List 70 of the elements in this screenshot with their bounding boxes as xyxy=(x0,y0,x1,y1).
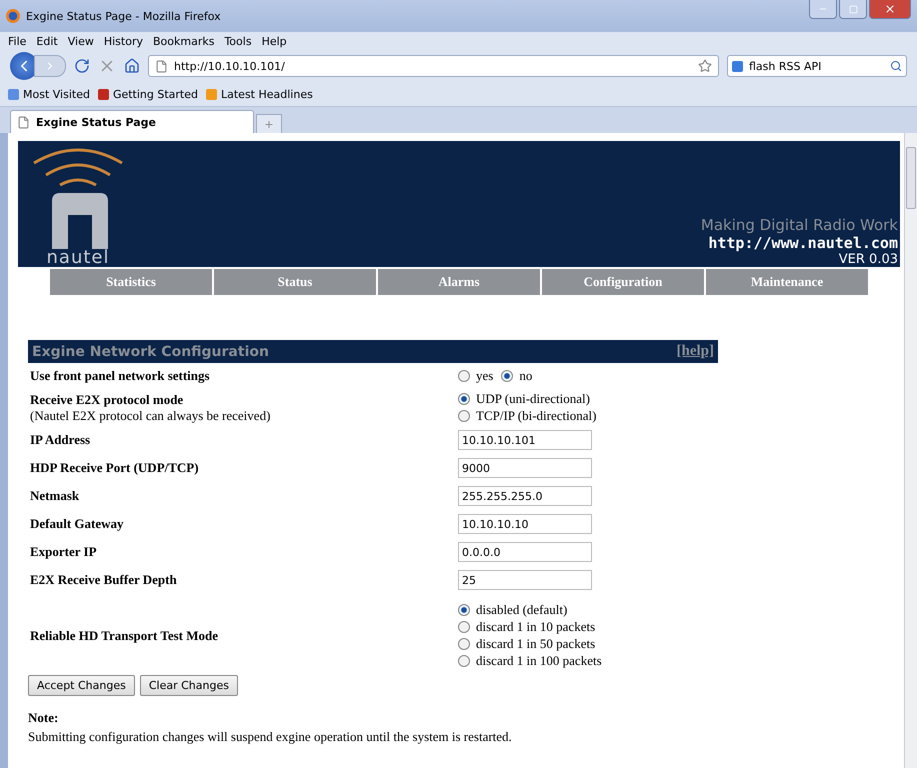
menu-item[interactable]: Help xyxy=(262,34,287,48)
field-label: E2X Receive Buffer Depth xyxy=(30,572,178,588)
field-label: Receive E2X protocol mode xyxy=(30,392,184,408)
note-text: Submitting configuration changes will suspend exgine operation until the system is restarted. xyxy=(28,729,513,745)
menu-item[interactable]: View xyxy=(68,34,94,48)
help-link[interactable]: [help] xyxy=(676,343,714,360)
browser-tab[interactable]: Exgine Status Page xyxy=(10,110,254,133)
page-icon xyxy=(17,116,30,128)
home-button[interactable] xyxy=(124,58,140,74)
logo-text: nautel xyxy=(46,249,110,267)
star-icon xyxy=(698,59,712,73)
field-label: Reliable HD Transport Test Mode xyxy=(30,628,220,644)
radio-option[interactable]: yes xyxy=(458,368,494,384)
radio-option[interactable]: TCP/IP (bi-directional) xyxy=(458,408,716,424)
address-field[interactable]: http://10.10.10.101/ xyxy=(148,55,719,77)
field-note: (Nautel E2X protocol can always be received) xyxy=(30,408,272,424)
radio-button[interactable] xyxy=(458,370,470,382)
radio-button[interactable] xyxy=(458,638,470,650)
field-label: Default Gateway xyxy=(30,516,125,532)
radio-button[interactable] xyxy=(501,370,514,382)
text-field[interactable]: 10.10.10.101 xyxy=(458,430,592,450)
text-field[interactable]: 0.0.0.0 xyxy=(458,542,592,562)
radio-option[interactable]: UDP (uni-directional) xyxy=(458,391,716,407)
browser-logo-icon xyxy=(6,9,20,23)
menu-item[interactable]: History xyxy=(104,34,143,48)
menu-item[interactable]: Edit xyxy=(36,34,58,48)
reload-button[interactable] xyxy=(74,58,90,74)
radio-button[interactable] xyxy=(458,621,470,633)
menu-item[interactable]: Tools xyxy=(224,34,252,48)
field-label: Use front panel network settings xyxy=(30,368,211,384)
maximize-button[interactable] xyxy=(839,0,867,19)
search-icon xyxy=(890,60,902,72)
bookmark-link[interactable]: Most Visited xyxy=(8,88,90,100)
radio-button[interactable] xyxy=(458,393,470,405)
section-title: Exgine Network Configuration xyxy=(32,344,269,360)
radio-option[interactable]: discard 1 in 10 packets xyxy=(458,619,716,635)
menu-item[interactable]: File xyxy=(8,34,26,48)
website-link[interactable]: http://www.nautel.com xyxy=(708,234,898,252)
radio-button[interactable] xyxy=(458,604,470,616)
version-text: VER 0.03 xyxy=(838,252,898,267)
window-title: Exgine Status Page - Mozilla Firefox xyxy=(26,10,221,22)
close-button[interactable] xyxy=(869,0,911,19)
bookmark-link[interactable]: Getting Started xyxy=(98,88,198,100)
radio-button[interactable] xyxy=(458,410,470,422)
text-field[interactable]: 25 xyxy=(458,570,592,590)
maximize-icon xyxy=(848,4,858,14)
tagline: Making Digital Radio Work xyxy=(700,216,898,234)
form-button[interactable]: Clear Changes xyxy=(140,675,238,696)
bookmark-link[interactable]: Latest Headlines xyxy=(206,88,313,100)
minimize-button[interactable] xyxy=(809,0,837,19)
radio-option[interactable]: discard 1 in 100 packets xyxy=(458,653,716,669)
radio-option[interactable]: discard 1 in 50 packets xyxy=(458,636,716,652)
page-icon xyxy=(155,60,168,72)
close-icon xyxy=(884,3,896,15)
menu-item[interactable]: Bookmarks xyxy=(152,34,214,48)
field-label: HDP Receive Port (UDP/TCP) xyxy=(30,460,200,476)
text-field[interactable]: 10.10.10.10 xyxy=(458,514,592,534)
radio-option[interactable]: disabled (default) xyxy=(458,602,716,618)
radio-button[interactable] xyxy=(458,655,470,667)
text-field[interactable]: 9000 xyxy=(458,458,592,478)
search-engine-icon xyxy=(732,60,743,72)
radio-option[interactable]: no xyxy=(501,368,532,384)
text-field[interactable]: 255.255.255.0 xyxy=(458,486,592,506)
search-field[interactable]: flash RSS API xyxy=(727,55,907,77)
note-title: Note: xyxy=(28,710,60,726)
form-button[interactable]: Accept Changes xyxy=(28,675,135,696)
field-label: Exporter IP xyxy=(30,544,98,560)
field-label: IP Address xyxy=(30,432,92,448)
field-label: Netmask xyxy=(30,488,80,504)
scrollbar-thumb[interactable] xyxy=(906,147,916,209)
